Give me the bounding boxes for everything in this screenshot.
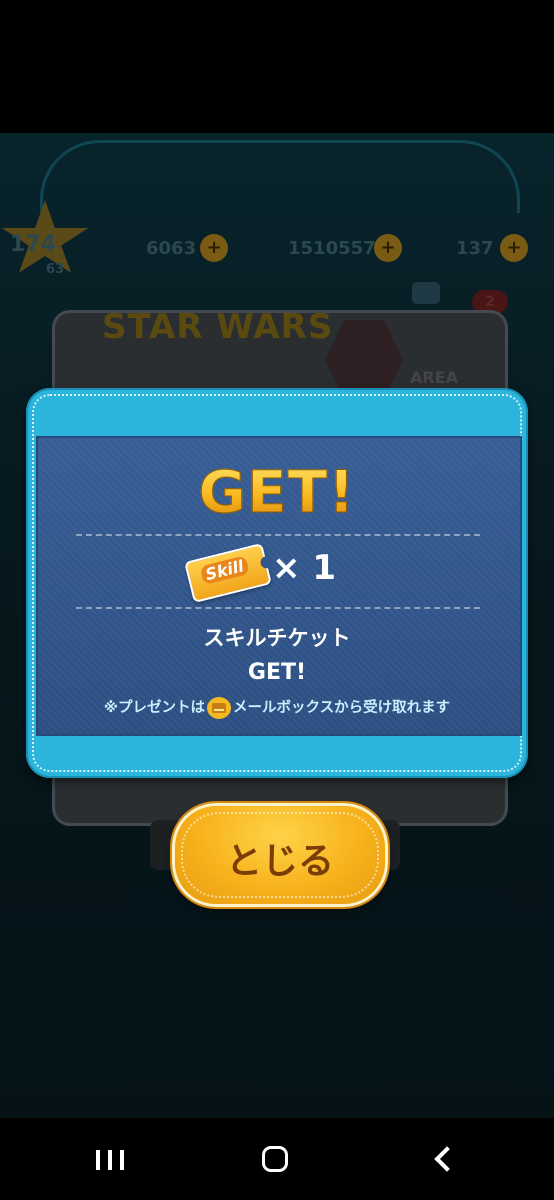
hud-frame <box>40 140 520 213</box>
player-level: 174 <box>10 232 56 257</box>
divider-bottom <box>76 607 480 609</box>
score-value: 1510557 <box>288 237 376 259</box>
home-icon[interactable] <box>258 1142 294 1178</box>
modal-title: GET! <box>0 458 554 527</box>
heart-counter: 137 <box>456 228 494 268</box>
close-button[interactable]: とじる <box>172 803 388 907</box>
score-add-icon: + <box>374 234 402 262</box>
note-prefix: ※プレゼントは <box>103 700 206 716</box>
item-name: スキルチケット <box>203 626 351 650</box>
mailbox-note: ※プレゼントは メールボックスから受け取れます <box>0 696 554 719</box>
skill-ticket-label: Skill <box>199 555 250 586</box>
coin-add: + <box>200 228 228 268</box>
recent-apps-icon[interactable] <box>92 1142 128 1178</box>
heart-add-icon: + <box>500 234 528 262</box>
heart-add: + <box>500 228 528 268</box>
item-get-text: GET! <box>247 660 307 685</box>
divider-top <box>76 534 480 536</box>
player-level-sub: 63 <box>46 262 65 277</box>
coin-add-icon: + <box>200 234 228 262</box>
score-counter: 1510557 <box>288 228 376 268</box>
back-icon[interactable] <box>428 1142 464 1178</box>
coin-value: 6063 <box>146 237 197 259</box>
item-quantity: × 1 <box>272 548 336 588</box>
note-suffix: メールボックスから受け取れます <box>233 700 451 716</box>
coin-counter: 6063 <box>146 228 196 268</box>
score-add: + <box>374 228 402 268</box>
close-button-label: とじる <box>225 841 334 882</box>
camera-icon <box>412 282 440 304</box>
mail-icon <box>207 697 232 719</box>
area-label: AREA <box>410 368 459 387</box>
screen: 174 63 6063 + 1510557 + 137 + 2 STAR WAR… <box>0 0 554 1200</box>
star-wars-logo: STAR WARS <box>102 307 334 347</box>
heart-value: 137 <box>456 237 494 259</box>
